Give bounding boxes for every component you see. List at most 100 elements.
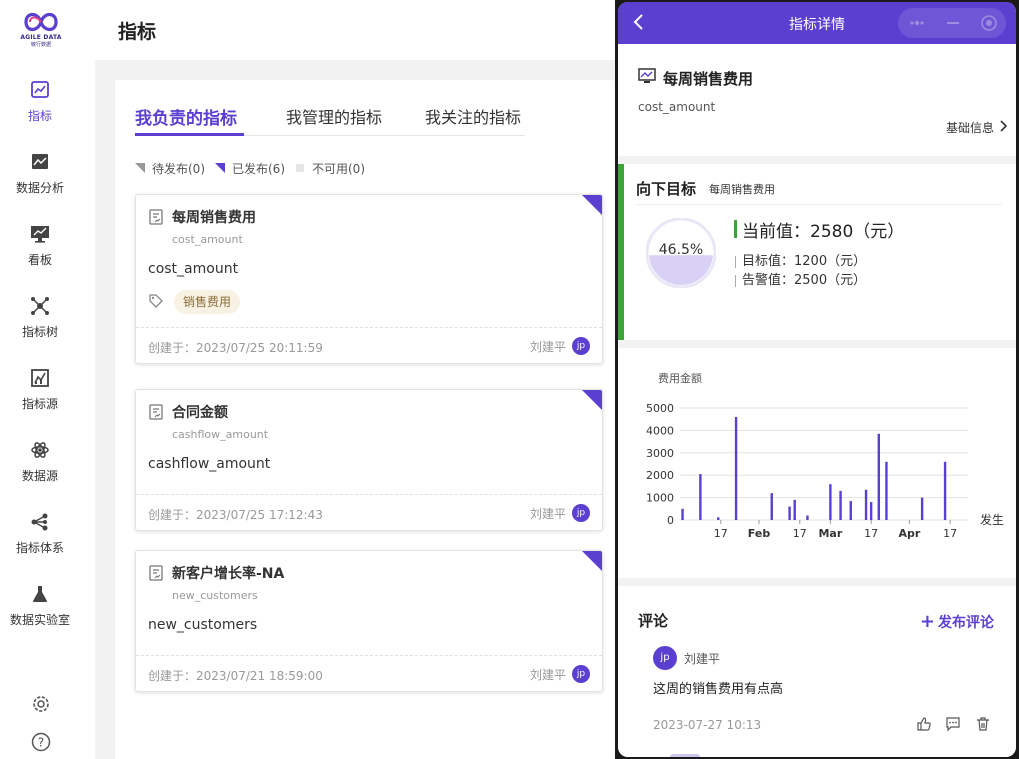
x-tick-label: 17 [864,527,878,540]
square-light-icon [296,164,304,172]
chart-bar [877,433,880,520]
x-tick-label: 17 [714,527,728,540]
drawer-body: 指标详情 每周销售费用 cost_amount 基础信息 向下目标 每周销售费用… [618,2,1016,757]
avatar: jp [572,665,590,683]
chart-bar [869,502,873,520]
metric-description: cost_amount [148,261,239,277]
post-comment-label: 发布评论 [938,615,994,631]
metric-tabs: 我负责的指标 我管理的指标 我关注的指标 [135,104,525,136]
delete-icon[interactable] [975,716,991,732]
y-tick-label: 3000 [646,447,674,460]
thumbs-up-icon[interactable] [916,716,932,732]
triangle-gray-icon [135,163,145,173]
more-icon[interactable] [908,14,926,32]
close-circle-icon[interactable] [980,14,998,32]
created-at: 创建于：2023/07/25 17:12:43 [148,508,323,522]
x-tick-label: 17 [793,527,807,540]
nav-item-metrics[interactable]: 指标 [0,80,80,140]
chart-bar [770,493,773,520]
metric-description: new_customers [148,617,258,633]
metric-code: new_customers [172,589,258,602]
published-corner-marker [582,390,602,410]
metric-detail-drawer: 指标详情 每周销售费用 cost_amount 基础信息 向下目标 每周销售费用… [615,0,1019,759]
chart-bar [717,517,720,520]
chart-line-icon [31,81,49,98]
nav-item-dashboard[interactable]: 看板 [0,224,80,284]
warn-value: 告警值：2500（元） [742,273,867,288]
x-axis-label: 发生 [980,512,1004,527]
nav-item-data-lab[interactable]: 数据实验室 [0,584,80,644]
image-chart-icon [32,154,48,169]
separator [735,274,736,287]
metric-tag[interactable]: 销售费用 [174,290,241,314]
help-icon[interactable]: ? [30,731,52,753]
card-footer: 创建于：2023/07/25 20:11:59 刘建平 jp [136,327,602,363]
logo-text: AGILE DATA [20,34,62,41]
atom-icon [31,442,49,458]
nav-item-metric-system[interactable]: 指标体系 [0,512,80,572]
active-tab-indicator [135,133,244,136]
nav-label: 看板 [27,253,52,267]
metric-card[interactable]: 每周销售费用 cost_amount cost_amount 销售费用 创建于：… [135,194,603,364]
metric-card[interactable]: 新客户增长率-NA new_customers new_customers 创建… [135,550,603,692]
chart-bar [788,506,791,520]
tab-my-followed[interactable]: 我关注的指标 [425,104,521,128]
target-section: 向下目标 每周销售费用 46.5% 当前值：2580（元） 目标值：1200（元… [618,164,1016,340]
chevron-right-icon[interactable] [998,119,1008,133]
chart-bar [829,484,832,520]
reply-icon[interactable] [945,716,961,732]
nav-item-data-analysis[interactable]: 数据分析 [0,152,80,212]
progress-value: 46.5% [658,242,704,258]
page-title: 指标 [118,21,157,43]
sidebar: AGILE DATA 敏行数据 指标 数据分析 看板 指标树 指标源 数据源 指… [0,0,80,759]
chart-bar [864,489,868,520]
metric-name: 每周销售费用 [663,70,754,88]
created-at: 创建于：2023/07/21 18:59:00 [148,669,323,683]
post-comment-button[interactable]: + 发布评论 [920,611,994,632]
chart-bar [943,461,947,520]
target-subtitle: 每周销售费用 [709,183,775,196]
tab-my-responsible[interactable]: 我负责的指标 [135,104,237,129]
comment-user: 刘建平 [684,652,721,666]
warn-value-row: 告警值：2500（元） [735,269,866,288]
basic-info-link[interactable]: 基础信息 [946,119,994,136]
filter-label: 待发布(0) [152,162,205,176]
current-value: 当前值：2580（元） [742,222,905,242]
separator [735,255,736,268]
y-tick-label: 1000 [646,492,674,505]
avatar: jp [653,646,677,670]
comments-section: 评论 + 发布评论 jp 刘建平 这周的销售费用有点高 2023-07-27 10… [618,586,1016,757]
nav-item-metric-tree[interactable]: 指标树 [0,296,80,356]
chart-bar [681,508,684,520]
plus-icon: + [919,611,935,632]
nav-label: 指标源 [21,397,58,411]
network-icon [31,297,49,315]
chart-bar [734,416,738,520]
y-tick-label: 0 [667,514,674,527]
metric-card[interactable]: 合同金额 cashflow_amount cashflow_amount 创建于… [135,389,603,531]
metric-name: 新客户增长率-NA [172,566,285,582]
metric-code: cashflow_amount [172,428,269,441]
y-tick-label: 2000 [646,469,674,482]
monitor-icon [31,226,49,243]
minimize-icon[interactable] [944,14,962,32]
monitor-chart-icon [638,68,656,83]
card-footer: 创建于：2023/07/25 17:12:43 刘建平 jp [136,494,602,530]
x-tick-label: Feb [748,527,771,540]
svg-text:?: ? [38,736,44,750]
nav-label: 数据分析 [15,181,64,195]
settings-icon[interactable] [30,693,52,715]
chart-bar [920,497,924,520]
nav-item-data-source[interactable]: 数据源 [0,440,80,500]
nav-label: 指标树 [21,325,58,339]
filter-label: 不可用(0) [312,162,365,176]
document-chart-icon [149,404,163,420]
nav-label: 指标 [27,109,52,123]
chart-bar [806,515,809,520]
comment-text: 这周的销售费用有点高 [653,682,784,697]
app-root: AGILE DATA 敏行数据 指标 数据分析 看板 指标树 指标源 数据源 指… [0,0,1019,759]
metric-name: 每周销售费用 [172,210,256,226]
nav-label: 数据源 [21,469,58,483]
tab-my-managed[interactable]: 我管理的指标 [286,104,382,128]
nav-item-metric-source[interactable]: 指标源 [0,368,80,428]
